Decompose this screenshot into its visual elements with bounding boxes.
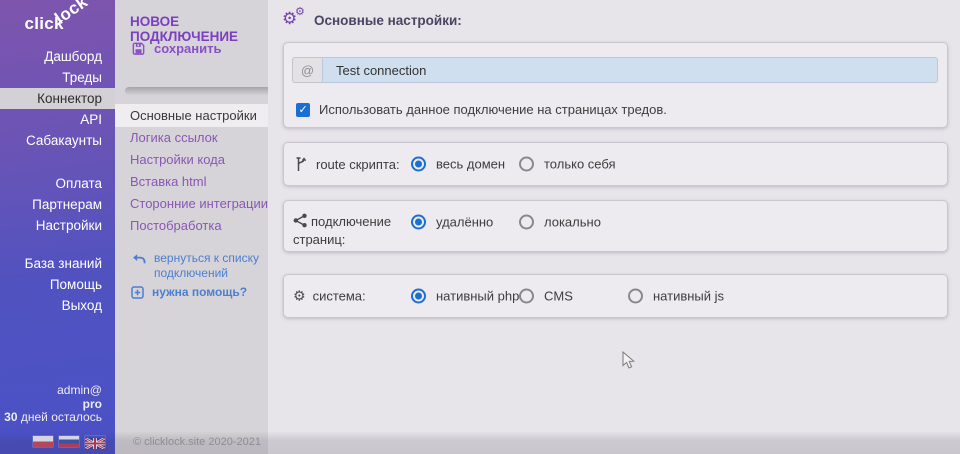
menu-item-postprocessing[interactable]: Постобработка bbox=[115, 215, 268, 237]
connection-panel: НОВОЕ ПОДКЛЮЧЕНИЕ сохранить Основные нас… bbox=[115, 0, 268, 454]
poland-flag-icon[interactable] bbox=[33, 436, 53, 447]
sidebar-item-help[interactable]: Помощь bbox=[0, 274, 115, 295]
account-days-left: 30 дней осталось bbox=[4, 411, 102, 425]
connection-name-row: @ bbox=[292, 57, 938, 83]
save-button[interactable]: сохранить bbox=[131, 41, 221, 56]
radio-unselected-icon[interactable] bbox=[519, 157, 534, 172]
system-gear-icon: ⚙ bbox=[293, 289, 306, 303]
russia-flag-icon[interactable] bbox=[59, 436, 79, 447]
checkbox-checked-icon[interactable] bbox=[296, 103, 310, 117]
sidebar-item-settings[interactable]: Настройки bbox=[0, 215, 115, 236]
radio-label: весь домен bbox=[436, 157, 505, 172]
panel-divider-shadow bbox=[125, 87, 268, 95]
connection-name-input[interactable] bbox=[322, 57, 938, 83]
page-connection-label: подключение страниц: bbox=[293, 214, 391, 247]
system-card: ⚙ система: нативный php CMS нативный js bbox=[283, 274, 948, 318]
radio-option-local[interactable]: локально bbox=[519, 215, 601, 230]
account-plan: pro bbox=[4, 398, 102, 412]
undo-arrow-icon bbox=[131, 253, 146, 265]
back-to-connections-link[interactable]: вернуться к списку подключений bbox=[131, 251, 259, 281]
need-help-link[interactable]: нужна помощь? bbox=[131, 285, 247, 299]
settings-gears-icon: ⚙⚙ bbox=[282, 10, 306, 30]
system-label-group: ⚙ система: bbox=[293, 289, 366, 304]
page-connection-label-group: подключение страниц: bbox=[293, 213, 395, 249]
sidebar: clicklock Дашборд Треды Коннектор API Са… bbox=[0, 0, 115, 454]
back-link-label: вернуться к списку подключений bbox=[154, 251, 259, 281]
sidebar-nav: Дашборд Треды Коннектор API Сабакаунты О… bbox=[0, 46, 115, 316]
sidebar-item-payment[interactable]: Оплата bbox=[0, 173, 115, 194]
copyright-footer: © clicklock.site 2020-2021 bbox=[133, 436, 261, 448]
main-content: ⚙⚙ Основные настройки: @ Использовать да… bbox=[268, 0, 960, 454]
page-title: Основные настройки: bbox=[314, 13, 462, 28]
radio-unselected-icon[interactable] bbox=[519, 215, 534, 230]
account-email: admin@ bbox=[4, 384, 102, 398]
radio-label: только себя bbox=[544, 157, 616, 172]
menu-item-third-party-integrations[interactable]: Сторонние интеграции bbox=[115, 193, 268, 215]
save-floppy-icon bbox=[131, 41, 146, 56]
help-link-label: нужна помощь? bbox=[152, 285, 247, 299]
use-on-thread-pages-checkbox-row[interactable]: Использовать данное подключение на стран… bbox=[296, 102, 667, 117]
radio-selected-icon[interactable] bbox=[411, 157, 426, 172]
account-info: admin@ pro 30 дней осталось bbox=[4, 384, 102, 425]
menu-item-basic-settings[interactable]: Основные настройки bbox=[115, 104, 268, 127]
menu-item-code-settings[interactable]: Настройки кода bbox=[115, 149, 268, 171]
system-label: система: bbox=[313, 289, 366, 304]
add-square-icon bbox=[131, 286, 144, 299]
script-route-label: route скрипта: bbox=[316, 157, 400, 172]
radio-option-native-js[interactable]: нативный js bbox=[628, 289, 724, 304]
radio-option-native-php[interactable]: нативный php bbox=[411, 289, 519, 304]
sidebar-item-dashboard[interactable]: Дашборд bbox=[0, 46, 115, 67]
script-route-card: route скрипта: весь домен только себя bbox=[283, 142, 948, 186]
page-connection-card: подключение страниц: удалённо локально bbox=[283, 200, 948, 252]
radio-unselected-icon[interactable] bbox=[628, 289, 643, 304]
radio-label: локально bbox=[544, 215, 601, 230]
connection-settings-menu: Основные настройки Логика ссылок Настрой… bbox=[115, 104, 268, 237]
radio-label: нативный js bbox=[653, 289, 724, 304]
sidebar-item-logout[interactable]: Выход bbox=[0, 295, 115, 316]
radio-selected-icon[interactable] bbox=[411, 215, 426, 230]
sidebar-item-api[interactable]: API bbox=[0, 109, 115, 130]
sidebar-item-knowledge-base[interactable]: База знаний bbox=[0, 253, 115, 274]
radio-label: удалённо bbox=[436, 215, 493, 230]
panel-title: НОВОЕ ПОДКЛЮЧЕНИЕ bbox=[130, 14, 268, 44]
share-icon bbox=[293, 213, 307, 228]
uk-flag-icon[interactable] bbox=[85, 436, 105, 447]
menu-item-html-insert[interactable]: Вставка html bbox=[115, 171, 268, 193]
radio-option-only-self[interactable]: только себя bbox=[519, 157, 616, 172]
sidebar-item-connector[interactable]: Коннектор bbox=[0, 88, 115, 109]
sidebar-item-threads[interactable]: Треды bbox=[0, 67, 115, 88]
sidebar-item-partners[interactable]: Партнерам bbox=[0, 194, 115, 215]
radio-option-cms[interactable]: CMS bbox=[519, 289, 573, 304]
radio-label: нативный php bbox=[436, 289, 519, 304]
route-icon bbox=[293, 155, 309, 173]
checkbox-label: Использовать данное подключение на стран… bbox=[319, 102, 667, 117]
sidebar-item-subaccounts[interactable]: Сабакаунты bbox=[0, 130, 115, 151]
connection-name-card: @ Использовать данное подключение на стр… bbox=[283, 42, 948, 128]
clicklock-logo[interactable]: clicklock bbox=[24, 14, 99, 34]
script-route-label-group: route скрипта: bbox=[293, 155, 400, 173]
radio-label: CMS bbox=[544, 289, 573, 304]
language-switcher bbox=[33, 436, 105, 447]
save-button-label: сохранить bbox=[154, 41, 221, 56]
radio-selected-icon[interactable] bbox=[411, 289, 426, 304]
radio-option-whole-domain[interactable]: весь домен bbox=[411, 157, 505, 172]
radio-unselected-icon[interactable] bbox=[519, 289, 534, 304]
at-sign-icon: @ bbox=[292, 57, 322, 83]
menu-item-link-logic[interactable]: Логика ссылок bbox=[115, 127, 268, 149]
radio-option-remote[interactable]: удалённо bbox=[411, 215, 493, 230]
main-header: ⚙⚙ Основные настройки: bbox=[282, 10, 462, 30]
